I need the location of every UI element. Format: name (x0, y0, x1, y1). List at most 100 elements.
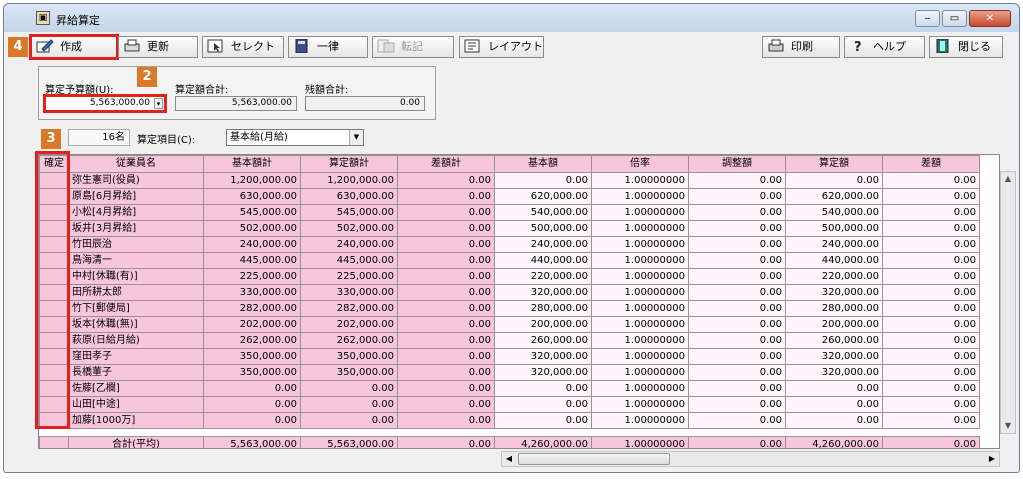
transfer-label: 転記 (401, 40, 423, 53)
amount-cell: 0.00 (203, 412, 301, 429)
table-row[interactable]: 竹田辰治 240,000.00 240,000.00 0.00 240,000.00 1.… (39, 236, 980, 253)
amount-cell: 0.00 (688, 316, 786, 333)
amount-cell: 282,000.00 (203, 300, 301, 317)
amount-cell: 1.00000000 (591, 284, 689, 301)
budget-dropdown-icon[interactable]: ▾ (154, 98, 163, 109)
table-row[interactable]: 坂井[3月昇給] 502,000.00 502,000.00 0.00 500,000.… (39, 220, 980, 237)
amount-cell: 0.00 (397, 412, 495, 429)
amount-cell: 0.00 (882, 268, 980, 285)
amount-cell: 262,000.00 (203, 332, 301, 349)
table-row[interactable]: 山田[中途] 0.00 0.00 0.00 0.00 1.00000000 0.00 0.00… (39, 396, 980, 413)
amount-cell: 445,000.00 (203, 252, 301, 269)
confirm-cell[interactable] (39, 436, 69, 448)
amount-cell: 0.00 (397, 268, 495, 285)
amount-cell: 0.00 (397, 188, 495, 205)
column-header[interactable]: 倍率 (591, 155, 689, 173)
total-field: 5,563,000.00 (175, 96, 297, 111)
amount-cell: 320,000.00 (494, 348, 592, 365)
amount-cell: 4,260,000.00 (785, 436, 883, 448)
amount-cell: 620,000.00 (785, 188, 883, 205)
chevron-down-icon[interactable]: ▼ (349, 130, 363, 145)
scroll-right-icon[interactable]: ▶ (985, 452, 999, 466)
amount-cell: 440,000.00 (494, 252, 592, 269)
annotation-badge-2: 2 (137, 67, 157, 87)
item-select[interactable]: 基本給(月給) ▼ (226, 129, 364, 146)
horizontal-scroll-thumb[interactable] (518, 453, 670, 465)
layout-button[interactable]: レイアウト (459, 36, 544, 58)
spacer-cell (882, 428, 980, 437)
amount-cell: 5,563,000.00 (203, 436, 301, 448)
amount-cell: 0.00 (785, 172, 883, 189)
table-row[interactable]: 竹下[郵便局] 282,000.00 282,000.00 0.00 280,000.0… (39, 300, 980, 317)
amount-cell: 0.00 (882, 380, 980, 397)
column-header[interactable]: 基本額計 (203, 155, 301, 173)
amount-cell: 1.00000000 (591, 364, 689, 381)
printer-update-icon (124, 39, 140, 52)
vertical-scrollbar[interactable]: ▲ ▼ (1000, 171, 1016, 434)
transfer-button[interactable]: 転記 (372, 36, 454, 58)
select-button[interactable]: セレクト (202, 36, 284, 58)
table-row[interactable]: 萩原(日給月給) 262,000.00 262,000.00 0.00 260,000.… (39, 332, 980, 349)
amount-cell: 0.00 (688, 364, 786, 381)
total-row[interactable]: 合計(平均) 5,563,000.00 5,563,000.00 0.00 4,260,… (39, 436, 980, 448)
spacer-cell (203, 428, 301, 437)
table-row[interactable]: 長橋董子 350,000.00 350,000.00 0.00 320,000.00 1.… (39, 364, 980, 381)
scroll-down-icon[interactable]: ▼ (1001, 419, 1015, 433)
amount-cell: 320,000.00 (494, 284, 592, 301)
create-label: 作成 (60, 40, 82, 53)
amount-cell: 225,000.00 (300, 268, 398, 285)
amount-cell: 0.00 (397, 236, 495, 253)
table-row[interactable]: 加藤[1000万] 0.00 0.00 0.00 0.00 1.00000000 0.00 0… (39, 412, 980, 429)
column-header[interactable]: 算定額 (785, 155, 883, 173)
horizontal-scrollbar[interactable]: ◀ ▶ (501, 451, 1000, 467)
amount-cell: 0.00 (397, 436, 495, 448)
amount-cell: 0.00 (882, 316, 980, 333)
amount-cell: 5,563,000.00 (300, 436, 398, 448)
print-button[interactable]: 印刷 (762, 36, 840, 58)
amount-cell: 0.00 (785, 396, 883, 413)
column-header[interactable]: 差額 (882, 155, 980, 173)
column-header[interactable]: 差額計 (397, 155, 495, 173)
amount-cell: 620,000.00 (494, 188, 592, 205)
amount-cell: 320,000.00 (494, 364, 592, 381)
uniform-button[interactable]: 一律 (288, 36, 368, 58)
amount-cell: 545,000.00 (300, 204, 398, 221)
amount-cell: 0.00 (882, 436, 980, 448)
amount-cell: 200,000.00 (494, 316, 592, 333)
table-row[interactable]: 小松[4月昇給] 545,000.00 545,000.00 0.00 540,000.… (39, 204, 980, 221)
item-label: 算定項目(C): (137, 135, 196, 146)
table-row[interactable]: 原島[6月昇給] 630,000.00 630,000.00 0.00 620,000.… (39, 188, 980, 205)
select-cursor-icon (207, 39, 223, 53)
amount-cell: 500,000.00 (494, 220, 592, 237)
amount-cell: 0.00 (494, 380, 592, 397)
table-row[interactable]: 窪田孝子 350,000.00 350,000.00 0.00 320,000.00 1.… (39, 348, 980, 365)
door-close-icon (936, 39, 949, 53)
maximize-button[interactable]: ▭ (942, 10, 967, 27)
amount-cell: 630,000.00 (203, 188, 301, 205)
help-label: ヘルプ (873, 40, 906, 53)
employee-count: 16名 (68, 129, 130, 146)
select-label: セレクト (231, 40, 275, 53)
amount-cell: 0.00 (688, 268, 786, 285)
create-button[interactable]: 作成 (29, 34, 119, 60)
table-row[interactable]: 坂本[休職(無)] 202,000.00 202,000.00 0.00 200,000… (39, 316, 980, 333)
table-row[interactable]: 佐藤[乙欄] 0.00 0.00 0.00 0.00 1.00000000 0.00 0.00… (39, 380, 980, 397)
column-header[interactable]: 基本額 (494, 155, 592, 173)
column-header[interactable]: 従業員名 (68, 155, 204, 173)
table-row[interactable]: 弥生憲司(役員) 1,200,000.00 1,200,000.00 0.00 0.00… (39, 172, 980, 189)
table-row[interactable]: 田所耕太郎 330,000.00 330,000.00 0.00 320,000.00 1… (39, 284, 980, 301)
help-button[interactable]: ? ヘルプ (844, 36, 925, 58)
close-window-button[interactable]: ✕ (969, 10, 1011, 27)
budget-input[interactable]: 5,563,000.00 ▾ (43, 94, 167, 113)
table-row[interactable]: 鳥海清一 445,000.00 445,000.00 0.00 440,000.00 1.… (39, 252, 980, 269)
column-header[interactable]: 調整額 (688, 155, 786, 173)
update-button[interactable]: 更新 (118, 36, 198, 58)
amount-cell: 1.00000000 (591, 300, 689, 317)
close-button[interactable]: 閉じる (929, 36, 1003, 58)
column-header[interactable]: 算定額計 (300, 155, 398, 173)
minimize-button[interactable]: ‒ (915, 10, 940, 27)
scroll-left-icon[interactable]: ◀ (502, 452, 516, 466)
scroll-up-icon[interactable]: ▲ (1001, 172, 1015, 186)
amount-cell: 1.00000000 (591, 436, 689, 448)
table-row[interactable]: 中村[休職(有)] 225,000.00 225,000.00 0.00 220,000… (39, 268, 980, 285)
